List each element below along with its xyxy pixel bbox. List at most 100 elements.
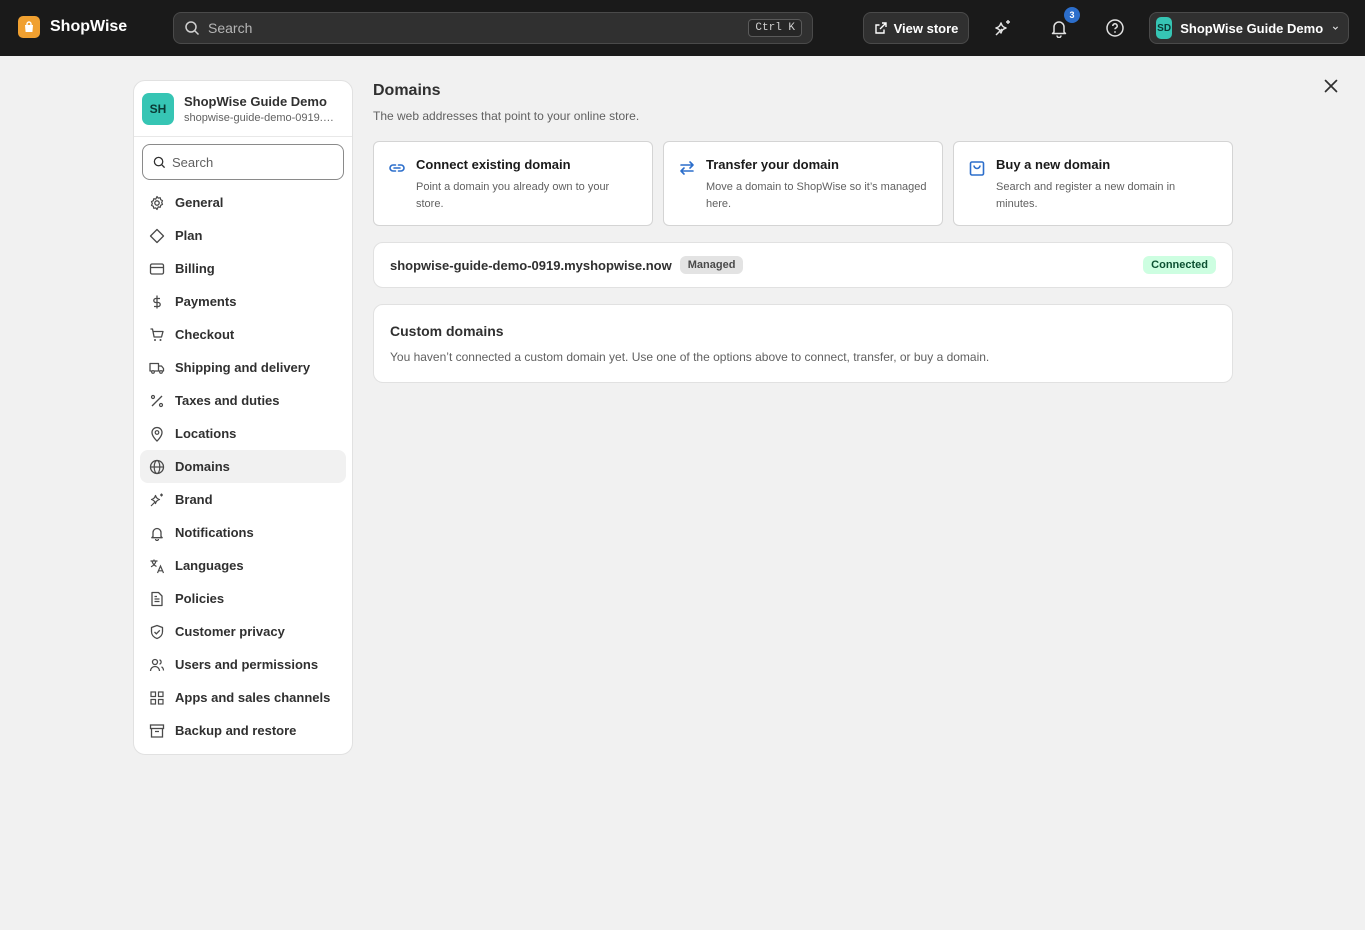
sidebar-item-locations[interactable]: Locations (140, 417, 346, 450)
account-menu-button[interactable]: SD ShopWise Guide Demo (1149, 12, 1349, 44)
credit-card-icon (149, 262, 165, 275)
help-button[interactable] (1101, 14, 1129, 42)
settings-nav: General Plan Billing Payments Checkout S… (134, 186, 352, 747)
primary-domain-row[interactable]: shopwise-guide-demo-0919.myshopwise.now … (373, 242, 1233, 288)
sidebar-item-languages[interactable]: Languages (140, 549, 346, 582)
sidebar-item-label: Notifications (175, 525, 254, 540)
sidebar-item-general[interactable]: General (140, 186, 346, 219)
primary-domain-name: shopwise-guide-demo-0919.myshopwise.now (390, 257, 672, 273)
sidebar-item-taxes[interactable]: Taxes and duties (140, 384, 346, 417)
sidebar-item-label: Locations (175, 426, 237, 441)
sidebar-item-apps[interactable]: Apps and sales channels (140, 681, 346, 714)
page-title: Domains (373, 82, 441, 99)
sidebar-item-policies[interactable]: Policies (140, 582, 346, 615)
close-icon (1324, 79, 1338, 93)
sidebar-item-shipping[interactable]: Shipping and delivery (140, 351, 346, 384)
shopping-bag-icon (969, 161, 985, 176)
card-title: Buy a new domain (996, 157, 1111, 172)
sidebar-item-payments[interactable]: Payments (140, 285, 346, 318)
translate-icon (150, 559, 165, 573)
store-domain: shopwise-guide-demo-0919.myshopwise.now (184, 111, 342, 124)
truck-icon (149, 362, 165, 374)
sidebar-item-label: Checkout (175, 327, 235, 342)
sidebar-item-label: Domains (175, 459, 230, 474)
archive-icon (149, 723, 165, 738)
transfer-arrows-icon (680, 161, 694, 175)
sidebar-item-domains[interactable]: Domains (140, 450, 346, 483)
sidebar-item-label: Plan (175, 228, 203, 243)
close-settings-button[interactable] (1319, 74, 1343, 98)
settings-search-placeholder: Search (172, 154, 214, 170)
search-placeholder: Search (208, 20, 253, 36)
status-badge: Connected (1143, 256, 1216, 274)
notification-count-badge: 3 (1064, 7, 1080, 23)
custom-domains-description: You haven’t connected a custom domain ye… (390, 350, 990, 364)
sidebar-item-notifications[interactable]: Notifications (140, 516, 346, 549)
sparkle-icon (995, 20, 1010, 36)
search-icon (185, 21, 200, 36)
sidebar-item-label: Backup and restore (175, 723, 297, 738)
diamond-icon (149, 228, 165, 243)
gear-icon (150, 195, 164, 210)
percent-icon (150, 394, 164, 407)
sidebar-item-label: Customer privacy (175, 624, 285, 639)
external-link-icon (874, 22, 887, 34)
view-store-label: View store (893, 20, 959, 36)
sidebar-item-label: Apps and sales channels (175, 690, 331, 705)
account-avatar: SD (1156, 17, 1173, 39)
document-icon (151, 591, 163, 606)
sidebar-item-plan[interactable]: Plan (140, 219, 346, 252)
sidebar-item-label: Languages (175, 558, 244, 573)
domain-action-cards: Connect existing domain Point a domain y… (373, 141, 1233, 226)
connect-existing-domain-card[interactable]: Connect existing domain Point a domain y… (373, 141, 653, 226)
sidebar-item-label: Policies (175, 591, 225, 606)
card-description: Search and register a new domain in minu… (996, 181, 1176, 210)
domains-page: Domains The web addresses that point to … (373, 82, 1233, 383)
search-icon (153, 156, 166, 168)
sidebar-item-label: Users and permissions (175, 657, 319, 672)
app-logo[interactable]: ShopWise (18, 16, 127, 38)
managed-badge: Managed (679, 256, 744, 274)
store-name: ShopWise Guide Demo (184, 93, 327, 109)
buy-new-domain-card[interactable]: Buy a new domain Search and register a n… (953, 141, 1233, 226)
transfer-domain-card[interactable]: Transfer your domain Move a domain to Sh… (663, 141, 943, 226)
global-search-input[interactable]: Search Ctrl K (173, 12, 813, 44)
sidebar-item-label: Billing (175, 261, 215, 276)
dollar-icon (153, 295, 161, 308)
card-description: Move a domain to ShopWise so it’s manage… (706, 181, 927, 210)
chevron-down-icon (1332, 26, 1339, 30)
sidebar-item-checkout[interactable]: Checkout (140, 318, 346, 351)
card-description: Point a domain you already own to your s… (416, 181, 610, 210)
globe-icon (149, 459, 165, 474)
card-title: Connect existing domain (416, 157, 571, 172)
settings-sidebar: SH ShopWise Guide Demo shopwise-guide-de… (133, 80, 353, 755)
sidebar-item-label: Shipping and delivery (175, 360, 311, 375)
sidebar-item-brand[interactable]: Brand (140, 483, 346, 516)
store-header[interactable]: SH ShopWise Guide Demo shopwise-guide-de… (134, 81, 352, 137)
app-name: ShopWise (50, 18, 128, 35)
sidebar-item-customer-privacy[interactable]: Customer privacy (140, 615, 346, 648)
sidebar-item-backup[interactable]: Backup and restore (140, 714, 346, 747)
sidebar-item-billing[interactable]: Billing (140, 252, 346, 285)
sidekick-sparkle-button[interactable] (989, 14, 1017, 42)
sidebar-item-users[interactable]: Users and permissions (140, 648, 346, 681)
view-store-button[interactable]: View store (863, 12, 969, 44)
apps-grid-icon (150, 690, 164, 705)
top-bar: ShopWise Search Ctrl K View store 3 SD S… (0, 0, 1365, 56)
sidebar-item-label: Taxes and duties (175, 393, 280, 408)
users-icon (149, 658, 165, 671)
sparkle-icon (150, 493, 163, 506)
bell-icon (151, 527, 163, 541)
help-circle-icon (1106, 19, 1124, 37)
cart-icon (150, 327, 164, 341)
link-icon (389, 164, 405, 172)
page-subtitle: The web addresses that point to your onl… (373, 109, 640, 123)
store-avatar: SH (142, 92, 174, 125)
card-title: Transfer your domain (706, 157, 839, 172)
shield-check-icon (150, 624, 164, 639)
account-name: ShopWise Guide Demo (1180, 20, 1324, 36)
sidebar-item-label: Brand (175, 492, 213, 507)
sidebar-item-label: Payments (175, 294, 237, 309)
settings-search-input[interactable]: Search (142, 144, 344, 180)
custom-domains-title: Custom domains (390, 323, 504, 339)
